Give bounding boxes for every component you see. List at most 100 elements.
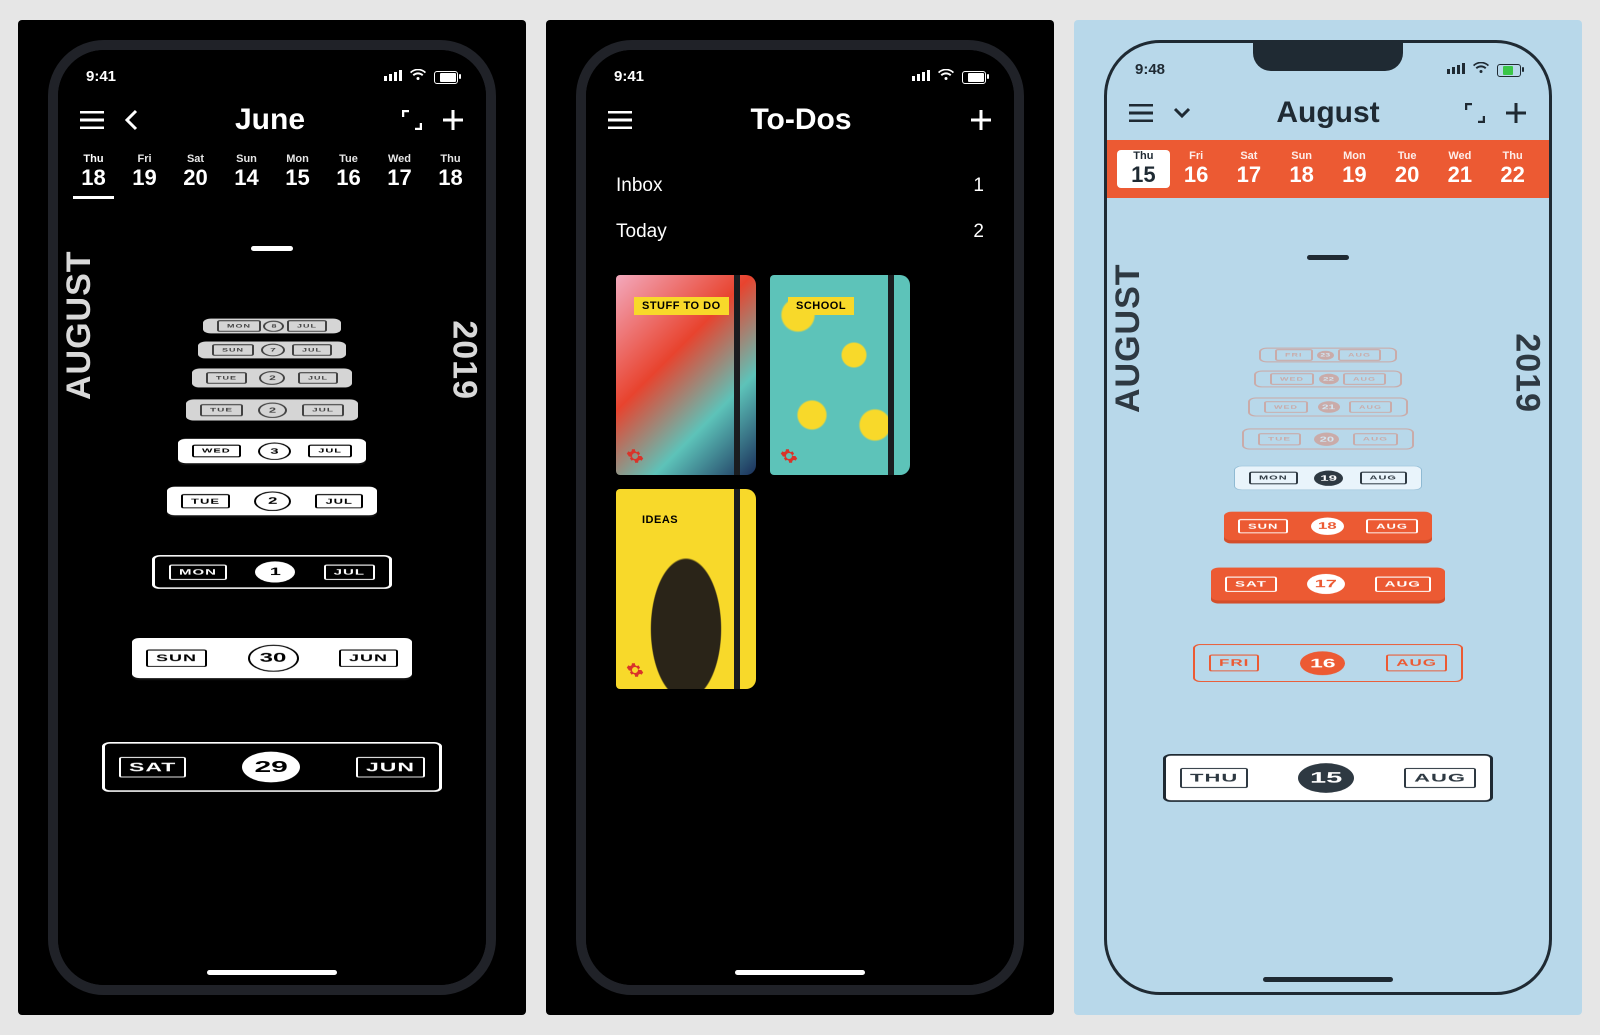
timeline-stage[interactable]: AUGUST 2019 FRI23AUGWED22AUGWED21AUGTUE2…: [1107, 263, 1549, 992]
card-num: 2: [259, 371, 285, 385]
week-day[interactable]: Thu15: [1117, 150, 1170, 188]
week-day[interactable]: Thu22: [1486, 150, 1539, 188]
day-card[interactable]: MON19AUG: [1234, 466, 1422, 490]
chevron-down-icon[interactable]: [1173, 107, 1191, 119]
week-day[interactable]: Fri19: [119, 153, 170, 191]
status-icons: [380, 68, 458, 85]
day-number: 14: [221, 165, 272, 191]
card-month: JUL: [292, 344, 332, 356]
status-bar: 9:41: [586, 50, 1014, 85]
day-card[interactable]: SUN7JUL: [198, 342, 346, 359]
day-card[interactable]: SAT29JUN: [102, 742, 442, 792]
day-card[interactable]: TUE 2 JUL: [186, 399, 358, 420]
day-card[interactable]: TUE20AUG: [1242, 428, 1414, 449]
day-number: 16: [323, 165, 374, 191]
list-count: 2: [973, 221, 984, 243]
dow-label: Wed: [374, 153, 425, 165]
add-icon[interactable]: [1505, 102, 1527, 124]
phone-frame: 9:41 To-Dos Inbox1Today2 STUFF TO DOSCHO…: [576, 40, 1024, 995]
notebook-label: IDEAS: [634, 511, 686, 529]
card-num: 3: [258, 442, 291, 459]
day-card[interactable]: SAT17AUG: [1211, 568, 1445, 601]
notebook[interactable]: IDEAS: [616, 489, 756, 689]
day-card[interactable]: TUE2JUL: [192, 368, 352, 387]
todo-list-row[interactable]: Inbox1: [616, 163, 984, 209]
menu-icon[interactable]: [80, 111, 104, 129]
gear-icon[interactable]: [626, 447, 644, 465]
week-day[interactable]: Tue16: [323, 153, 374, 191]
fullscreen-icon[interactable]: [402, 110, 422, 130]
side-year: 2019: [1508, 333, 1547, 413]
day-number: 20: [170, 165, 221, 191]
title-bar: August: [1107, 78, 1549, 140]
phone-frame: 9:41 June Thu18Fri19Sat20Sun14Mon15Tue16…: [48, 40, 496, 995]
day-number: 20: [1381, 162, 1434, 188]
menu-icon[interactable]: [1129, 104, 1153, 122]
dow-label: Sat: [1223, 150, 1276, 162]
card-dow: WED: [1264, 401, 1308, 413]
add-icon[interactable]: [970, 109, 992, 131]
day-card[interactable]: TUE2JUL: [167, 487, 377, 516]
dow-label: Sat: [170, 153, 221, 165]
todo-list-row[interactable]: Today2: [616, 209, 984, 255]
card-num: 2: [254, 491, 291, 511]
day-number: 16: [1170, 162, 1223, 188]
card-dow: TUE: [206, 372, 247, 384]
dow-label: Sun: [221, 153, 272, 165]
week-day[interactable]: Wed21: [1434, 150, 1487, 188]
day-card[interactable]: WED22AUG: [1254, 371, 1402, 388]
add-icon[interactable]: [442, 109, 464, 131]
week-day[interactable]: Sun14: [221, 153, 272, 191]
week-strip[interactable]: Thu15Fri16Sat17Sun18Mon19Tue20Wed21Thu22: [1107, 140, 1549, 198]
dow-label: Thu: [68, 153, 119, 165]
week-day[interactable]: Mon15: [272, 153, 323, 191]
dow-label: Tue: [1381, 150, 1434, 162]
day-card[interactable]: WED3JUL: [178, 439, 366, 463]
week-day[interactable]: Thu18: [425, 153, 476, 191]
notebook[interactable]: STUFF TO DO: [616, 275, 756, 475]
week-day[interactable]: Wed17: [374, 153, 425, 191]
week-day[interactable]: Sat17: [1223, 150, 1276, 188]
card-dow: THU: [1180, 768, 1248, 788]
week-day[interactable]: Tue20: [1381, 150, 1434, 188]
card-dow: TUE: [200, 404, 243, 416]
week-strip[interactable]: Thu18Fri19Sat20Sun14Mon15Tue16Wed17Thu18: [58, 147, 486, 202]
title-bar: June: [58, 85, 486, 147]
day-card[interactable]: SUN18AUG: [1224, 512, 1432, 541]
card-num: 2: [258, 402, 287, 417]
notebook-band: [734, 275, 740, 475]
card-month: JUL: [324, 564, 375, 579]
drag-handle[interactable]: [1307, 255, 1349, 260]
screenshot-todos: 9:41 To-Dos Inbox1Today2 STUFF TO DOSCHO…: [546, 20, 1054, 1015]
home-indicator[interactable]: [1263, 977, 1393, 982]
title-bar: To-Dos: [586, 85, 1014, 147]
card-month: JUN: [356, 757, 425, 778]
card-month: AUG: [1404, 768, 1476, 788]
card-num: 1: [255, 561, 295, 582]
phone-frame: 9:48 August Thu15Fri16Sat17Sun18Mon19Tue…: [1104, 40, 1552, 995]
week-day[interactable]: Sat20: [170, 153, 221, 191]
day-number: 15: [272, 165, 323, 191]
home-indicator[interactable]: [207, 970, 337, 975]
notebook[interactable]: SCHOOL: [770, 275, 910, 475]
menu-icon[interactable]: [608, 111, 632, 129]
signal-icon: [912, 70, 930, 81]
day-card[interactable]: THU15AUG: [1163, 754, 1493, 802]
week-day[interactable]: Thu18: [68, 153, 119, 191]
home-indicator[interactable]: [735, 970, 865, 975]
card-num: 22: [1319, 374, 1339, 385]
gear-icon[interactable]: [780, 447, 798, 465]
day-number: 17: [1223, 162, 1276, 188]
back-icon[interactable]: [124, 109, 138, 131]
card-dow: MON: [169, 564, 227, 579]
week-day[interactable]: Sun18: [1275, 150, 1328, 188]
week-day[interactable]: Mon19: [1328, 150, 1381, 188]
day-card[interactable]: MON 1 JUL: [152, 555, 392, 589]
fullscreen-icon[interactable]: [1465, 103, 1485, 123]
card-month: JUL: [302, 404, 344, 416]
gear-icon[interactable]: [626, 661, 644, 679]
day-card[interactable]: WED21AUG: [1248, 397, 1408, 416]
week-day[interactable]: Fri16: [1170, 150, 1223, 188]
timeline-stage[interactable]: AUGUST 2019 MON8JULSUN7JULTUE2JULTUE2JUL…: [58, 250, 486, 985]
signal-icon: [384, 70, 402, 81]
